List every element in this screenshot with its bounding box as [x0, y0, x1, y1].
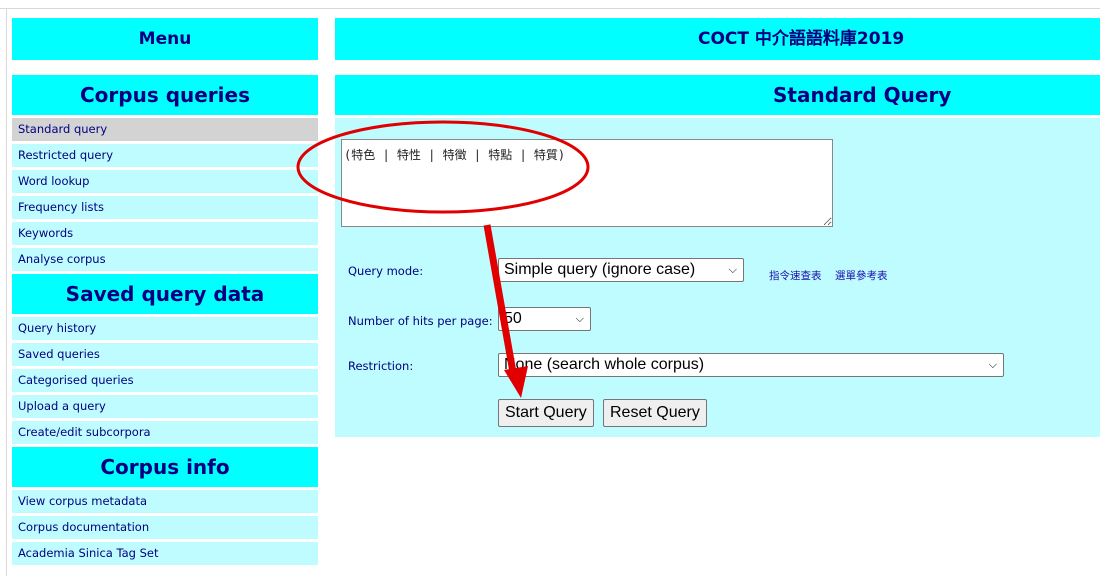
start-query-button[interactable]: Start Query: [498, 399, 594, 427]
restriction-label: Restriction:: [348, 359, 414, 373]
sidebar-item-restricted-query[interactable]: Restricted query: [12, 144, 318, 167]
query-mode-value: Simple query (ignore case): [504, 261, 696, 278]
main-content: COCT 中介語語料庫2019 Standard Query Query mod…: [335, 18, 1100, 437]
reset-query-button[interactable]: Reset Query: [603, 399, 707, 427]
section-corpus-info: Corpus info: [12, 447, 318, 487]
left-border: [6, 8, 7, 576]
sidebar-item-frequency-lists[interactable]: Frequency lists: [12, 196, 318, 219]
sidebar-item-standard-query[interactable]: Standard query: [12, 118, 318, 141]
top-border: [0, 8, 1100, 9]
chevron-down-icon: ⌵: [728, 264, 737, 276]
section-title: Standard Query: [335, 75, 1100, 115]
query-mode-label: Query mode:: [348, 264, 424, 278]
hits-per-page-select[interactable]: 50 ⌵: [498, 307, 591, 331]
sidebar-item-word-lookup[interactable]: Word lookup: [12, 170, 318, 193]
sidebar-item-query-history[interactable]: Query history: [12, 317, 318, 340]
command-quickref-link[interactable]: 指令速查表: [769, 268, 822, 283]
sidebar-item-subcorpora[interactable]: Create/edit subcorpora: [12, 421, 318, 444]
sidebar-item-categorised-queries[interactable]: Categorised queries: [12, 369, 318, 392]
query-textarea[interactable]: [341, 139, 833, 227]
chevron-down-icon: ⌵: [575, 313, 584, 325]
sidebar-item-upload-query[interactable]: Upload a query: [12, 395, 318, 418]
sidebar-menu: Menu Corpus queries Standard query Restr…: [12, 18, 318, 568]
page-title: COCT 中介語語料庫2019: [335, 18, 1100, 60]
sidebar-item-tag-set[interactable]: Academia Sinica Tag Set: [12, 542, 318, 565]
restriction-value: None (search whole corpus): [504, 356, 705, 373]
hits-per-page-label: Number of hits per page:: [348, 314, 493, 328]
sidebar-item-corpus-metadata[interactable]: View corpus metadata: [12, 490, 318, 513]
sidebar-item-keywords[interactable]: Keywords: [12, 222, 318, 245]
query-form: Query mode: Simple query (ignore case) ⌵…: [335, 118, 1100, 437]
chevron-down-icon: ⌵: [988, 359, 997, 371]
restriction-select[interactable]: None (search whole corpus) ⌵: [498, 353, 1004, 377]
sidebar-item-saved-queries[interactable]: Saved queries: [12, 343, 318, 366]
query-mode-select[interactable]: Simple query (ignore case) ⌵: [498, 258, 744, 282]
menu-title: Menu: [12, 18, 318, 60]
section-saved-query-data: Saved query data: [12, 274, 318, 314]
section-corpus-queries: Corpus queries: [12, 75, 318, 115]
sidebar-item-corpus-documentation[interactable]: Corpus documentation: [12, 516, 318, 539]
sidebar-item-analyse-corpus[interactable]: Analyse corpus: [12, 248, 318, 271]
menu-reference-link[interactable]: 選單參考表: [835, 268, 888, 283]
hits-per-page-value: 50: [504, 310, 522, 327]
